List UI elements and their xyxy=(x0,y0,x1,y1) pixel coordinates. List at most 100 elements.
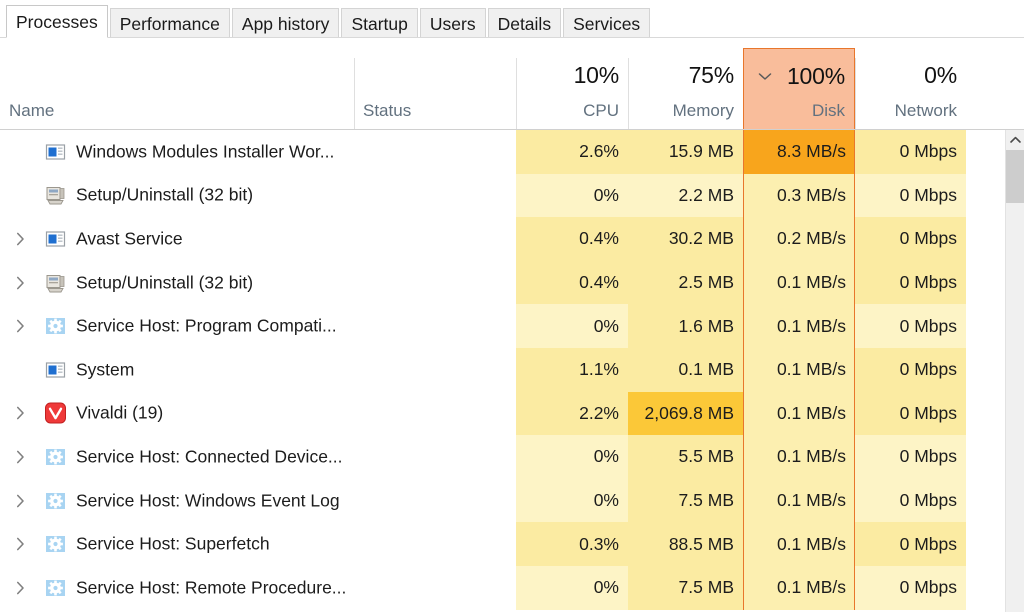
cell-network: 0 Mbps xyxy=(855,261,966,305)
chevron-right-icon[interactable] xyxy=(12,493,28,509)
chevron-right-icon[interactable] xyxy=(12,231,28,247)
cell-disk: 0.1 MB/s xyxy=(743,261,855,305)
column-header-name[interactable]: Name xyxy=(0,48,354,130)
sorted-column-edge xyxy=(743,217,744,261)
cell-status xyxy=(354,130,516,174)
cell-status xyxy=(354,479,516,523)
table-row[interactable]: Setup/Uninstall (32 bit)0%2.2 MB0.3 MB/s… xyxy=(0,174,1024,218)
column-header-memory[interactable]: 75%Memory xyxy=(628,48,743,130)
sorted-column-edge xyxy=(743,435,744,479)
column-divider xyxy=(516,58,517,130)
cell-memory: 15.9 MB xyxy=(628,130,743,174)
cell-status xyxy=(354,217,516,261)
column-header-network[interactable]: 0%Network xyxy=(855,48,966,130)
cell-status xyxy=(354,348,516,392)
cell-name[interactable]: Windows Modules Installer Wor... xyxy=(0,130,354,174)
cell-network: 0 Mbps xyxy=(855,304,966,348)
scrollbar-thumb[interactable] xyxy=(1006,150,1024,203)
column-header-row: NameStatus10%CPU75%Memory100%Disk0%Netwo… xyxy=(0,48,1024,130)
cell-name[interactable]: Service Host: Program Compati... xyxy=(0,304,354,348)
cell-memory: 2,069.8 MB xyxy=(628,392,743,436)
chevron-right-icon[interactable] xyxy=(12,580,28,596)
cell-memory: 5.5 MB xyxy=(628,435,743,479)
tab-app-history[interactable]: App history xyxy=(232,8,340,38)
cell-name[interactable]: System xyxy=(0,348,354,392)
cell-name[interactable]: Service Host: Connected Device... xyxy=(0,435,354,479)
vertical-scrollbar[interactable] xyxy=(1005,130,1024,612)
process-name-label: Service Host: Remote Procedure... xyxy=(76,577,346,598)
cell-name[interactable]: Setup/Uninstall (32 bit) xyxy=(0,174,354,218)
table-row[interactable]: Setup/Uninstall (32 bit)0.4%2.5 MB0.1 MB… xyxy=(0,261,1024,305)
cell-disk: 0.1 MB/s xyxy=(743,392,855,436)
table-row[interactable]: Vivaldi (19)2.2%2,069.8 MB0.1 MB/s0 Mbps xyxy=(0,392,1024,436)
cell-network: 0 Mbps xyxy=(855,130,966,174)
sorted-column-edge xyxy=(743,566,744,610)
scrollbar-track[interactable] xyxy=(1006,203,1024,612)
task-manager-window: ProcessesPerformanceApp historyStartupUs… xyxy=(0,0,1024,612)
cell-disk: 0.1 MB/s xyxy=(743,566,855,610)
window-app-icon xyxy=(45,359,66,380)
table-row[interactable]: System1.1%0.1 MB0.1 MB/s0 Mbps xyxy=(0,348,1024,392)
table-row[interactable]: Avast Service0.4%30.2 MB0.2 MB/s0 Mbps xyxy=(0,217,1024,261)
cell-memory: 7.5 MB xyxy=(628,566,743,610)
table-row[interactable]: Service Host: Program Compati...0%1.6 MB… xyxy=(0,304,1024,348)
tab-startup[interactable]: Startup xyxy=(341,8,417,38)
cell-cpu: 0% xyxy=(516,566,628,610)
tab-users[interactable]: Users xyxy=(420,8,486,38)
chevron-right-icon[interactable] xyxy=(12,449,28,465)
cell-name[interactable]: Setup/Uninstall (32 bit) xyxy=(0,261,354,305)
process-name-label: Service Host: Program Compati... xyxy=(76,316,337,337)
cell-disk: 8.3 MB/s xyxy=(743,130,855,174)
chevron-right-icon[interactable] xyxy=(12,536,28,552)
cell-disk: 0.3 MB/s xyxy=(743,174,855,218)
sorted-column-edge xyxy=(743,174,744,218)
cell-name[interactable]: Service Host: Superfetch xyxy=(0,522,354,566)
cell-disk: 0.1 MB/s xyxy=(743,479,855,523)
column-header-cpu[interactable]: 10%CPU xyxy=(516,48,628,130)
column-header-disk[interactable]: 100%Disk xyxy=(743,48,855,130)
table-row[interactable]: Service Host: Superfetch 0.3%88.5 MB0.1 M… xyxy=(0,522,1024,566)
cell-cpu: 0.3% xyxy=(516,522,628,566)
scroll-up-button[interactable] xyxy=(1006,130,1024,149)
tab-processes[interactable]: Processes xyxy=(6,5,108,38)
cell-memory: 88.5 MB xyxy=(628,522,743,566)
cell-disk: 0.1 MB/s xyxy=(743,304,855,348)
table-row[interactable]: Windows Modules Installer Wor...2.6%15.9… xyxy=(0,130,1024,174)
cell-disk: 0.1 MB/s xyxy=(743,522,855,566)
cell-network: 0 Mbps xyxy=(855,174,966,218)
cell-memory: 30.2 MB xyxy=(628,217,743,261)
column-divider xyxy=(855,58,856,130)
process-name-label: Setup/Uninstall (32 bit) xyxy=(76,185,253,206)
process-name-label: Avast Service xyxy=(76,228,183,249)
table-row[interactable]: Service Host: Remote Procedure... 0%7.5 M… xyxy=(0,566,1024,610)
table-row[interactable]: Service Host: Windows Event Log0%7.5 MB0… xyxy=(0,479,1024,523)
sorted-column-edge xyxy=(743,130,744,174)
sorted-column-edge xyxy=(743,522,744,566)
tab-services[interactable]: Services xyxy=(563,8,650,38)
process-name-label: Service Host: Connected Device... xyxy=(76,446,343,467)
process-table-body: Windows Modules Installer Wor...2.6%15.9… xyxy=(0,130,1024,612)
process-name-label: Windows Modules Installer Wor... xyxy=(76,141,334,162)
cell-cpu: 1.1% xyxy=(516,348,628,392)
cell-network: 0 Mbps xyxy=(855,522,966,566)
column-label-disk: Disk xyxy=(812,101,845,121)
tab-performance[interactable]: Performance xyxy=(110,8,230,38)
cell-name[interactable]: Service Host: Remote Procedure... xyxy=(0,566,354,610)
cell-cpu: 0% xyxy=(516,174,628,218)
tab-details[interactable]: Details xyxy=(488,8,562,38)
service-gear-icon xyxy=(45,490,66,511)
cell-name[interactable]: Vivaldi (19) xyxy=(0,392,354,436)
chevron-right-icon[interactable] xyxy=(12,275,28,291)
table-row[interactable]: Service Host: Connected Device...0%5.5 M… xyxy=(0,435,1024,479)
column-summary-network: 0% xyxy=(924,62,957,89)
column-header-status[interactable]: Status xyxy=(354,48,516,130)
process-name-label: Service Host: Superfetch xyxy=(76,534,270,555)
window-app-icon xyxy=(45,228,66,249)
tab-bar-underline xyxy=(0,37,1024,38)
cell-name[interactable]: Avast Service xyxy=(0,217,354,261)
installer-icon xyxy=(45,185,66,206)
chevron-right-icon[interactable] xyxy=(12,318,28,334)
service-gear-icon xyxy=(45,577,66,598)
chevron-right-icon[interactable] xyxy=(12,405,28,421)
cell-name[interactable]: Service Host: Windows Event Log xyxy=(0,479,354,523)
